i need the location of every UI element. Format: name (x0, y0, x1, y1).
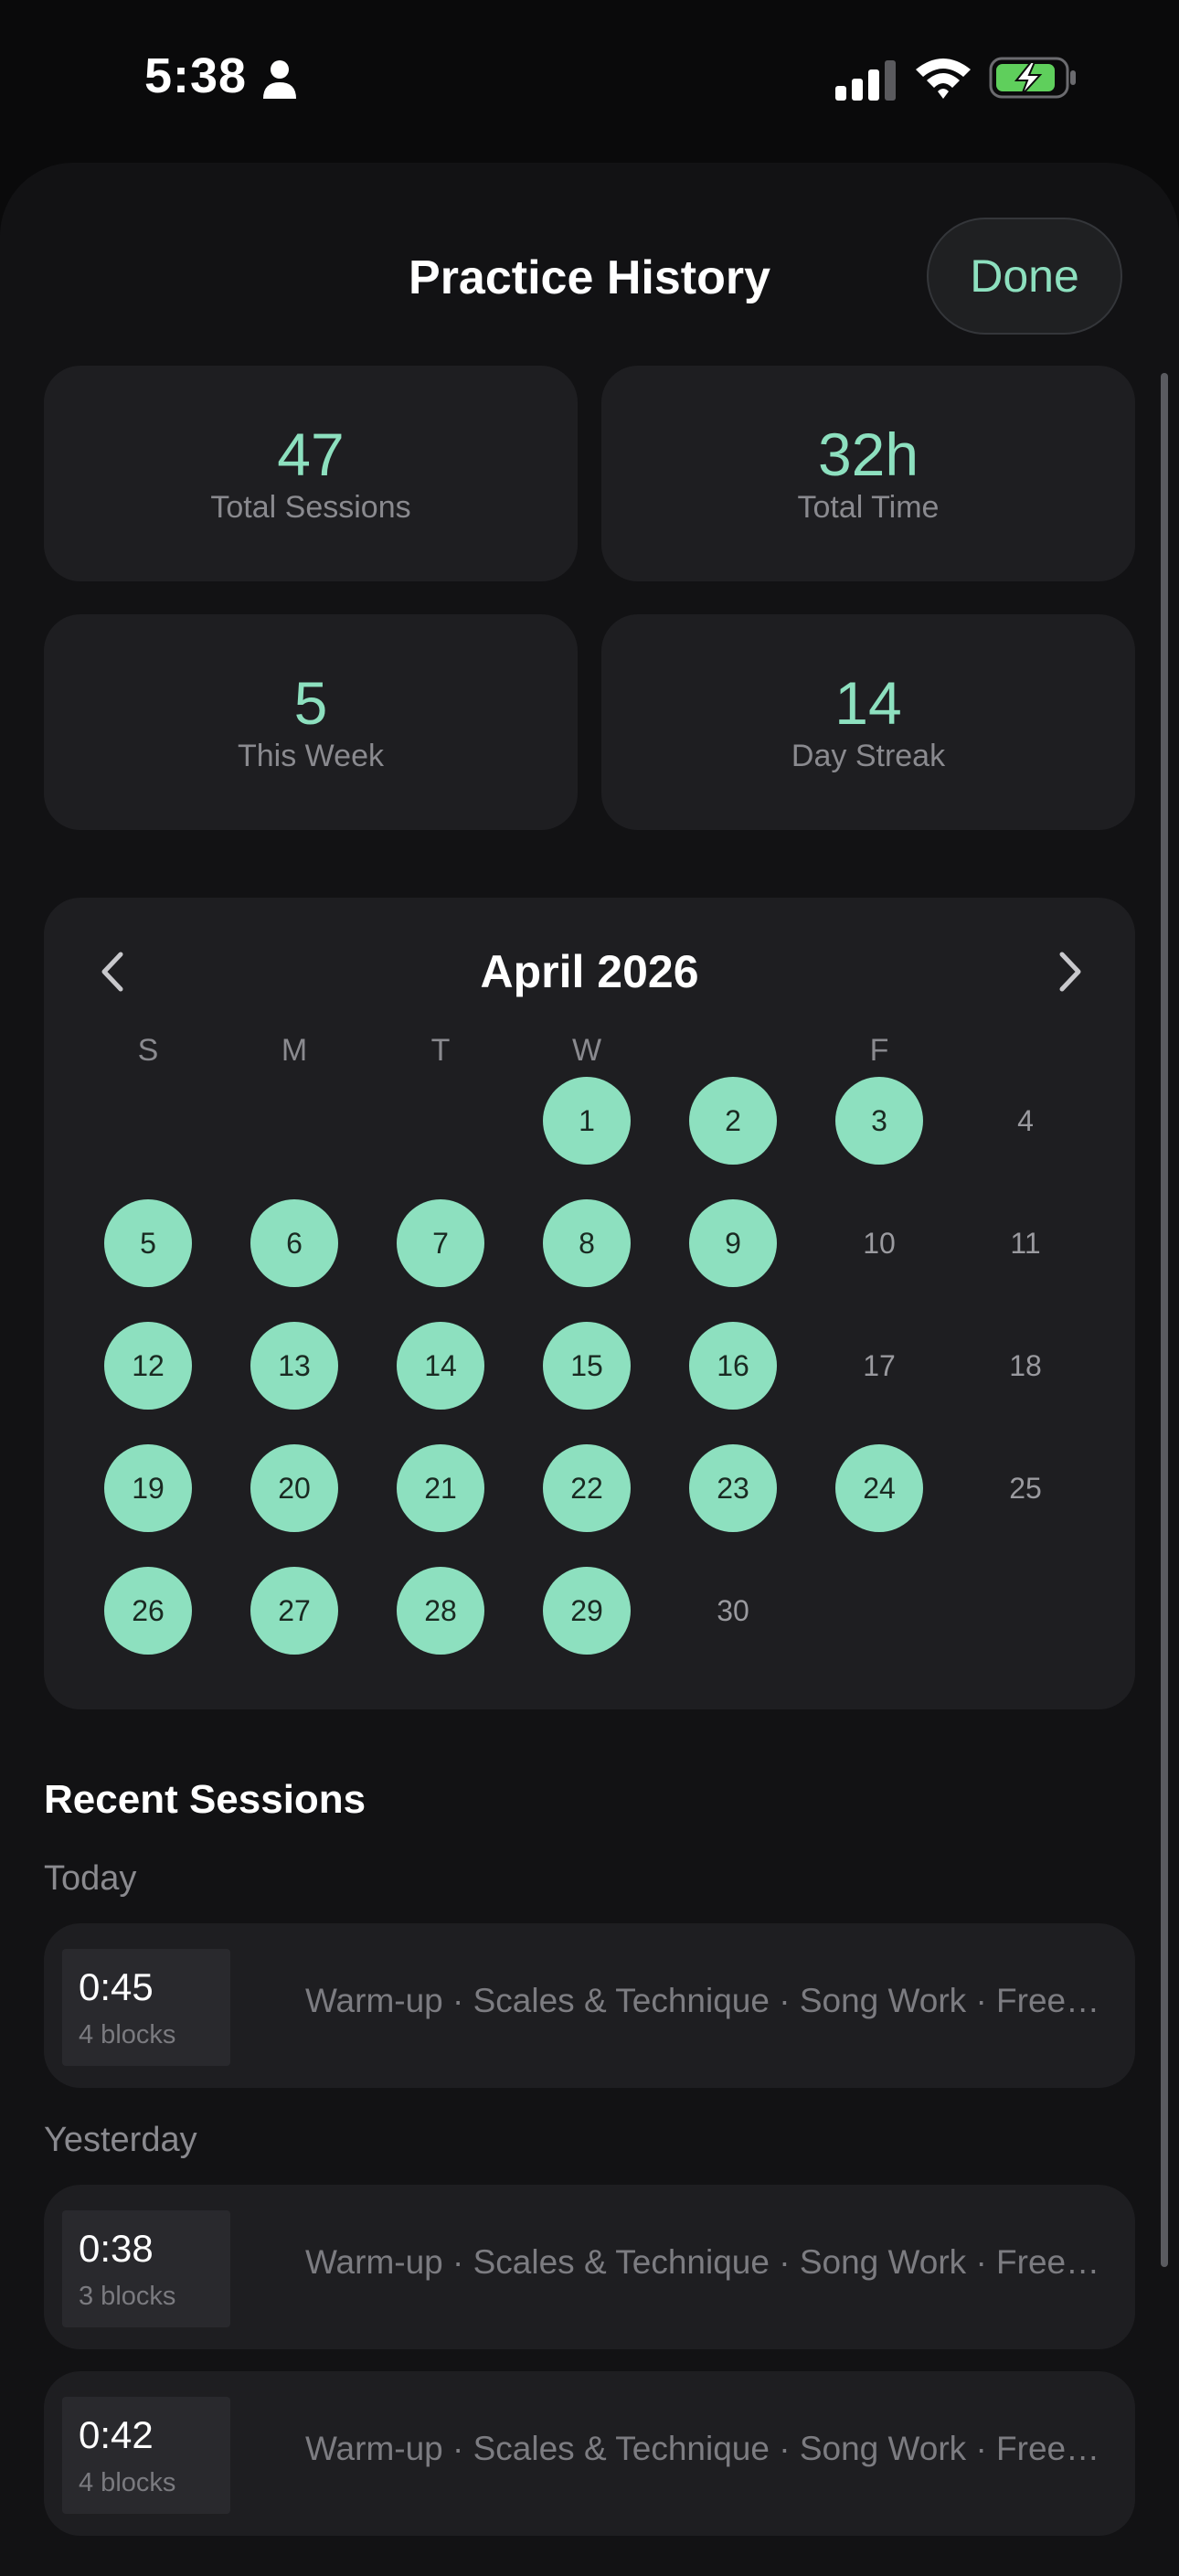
stat-value: 5 (293, 668, 328, 737)
stat-label: Total Sessions (210, 489, 411, 525)
stat-value: 14 (834, 668, 902, 737)
group-label-yesterday: Yesterday (44, 2121, 197, 2159)
group-label-today: Today (44, 1859, 137, 1898)
calendar-day[interactable]: 6 (250, 1199, 338, 1287)
person-icon (263, 60, 296, 99)
calendar-day[interactable]: 18 (982, 1322, 1069, 1410)
weekday-label: S (137, 1033, 159, 1068)
calendar-day[interactable]: 29 (543, 1567, 631, 1655)
wifi-icon (916, 59, 971, 99)
weekday-label: F (869, 1033, 889, 1068)
calendar-day[interactable]: 11 (982, 1199, 1069, 1287)
calendar-month-title: April 2026 (480, 946, 699, 997)
stat-card-total-sessions: 47 Total Sessions (44, 366, 578, 581)
calendar-day[interactable]: 9 (689, 1199, 777, 1287)
calendar-day[interactable]: 27 (250, 1567, 338, 1655)
session-row[interactable]: 0:38 3 blocks Warm-up · Scales & Techniq… (44, 2185, 1135, 2349)
session-duration: 0:45 (79, 1965, 154, 2008)
session-duration-box: 0:42 4 blocks (62, 2397, 230, 2514)
stat-card-total-time: 32h Total Time (601, 366, 1135, 581)
calendar-day[interactable]: 12 (104, 1322, 192, 1410)
session-duration-box: 0:38 3 blocks (62, 2210, 230, 2327)
stat-value: 47 (277, 420, 345, 488)
recent-sessions-title: Recent Sessions (44, 1777, 366, 1822)
calendar-day[interactable]: 17 (835, 1322, 923, 1410)
status-time: 5:38 (144, 48, 248, 103)
calendar-day[interactable]: 5 (104, 1199, 192, 1287)
stat-value: 32h (817, 420, 919, 488)
calendar-day[interactable]: 8 (543, 1199, 631, 1287)
calendar-day[interactable]: 15 (543, 1322, 631, 1410)
calendar: April 2026 SMTWF 1 2 3 4 5 6 7 8 9 10 11 12 13 14 15 16… (44, 898, 1135, 1709)
calendar-day[interactable]: 28 (397, 1567, 484, 1655)
calendar-day[interactable]: 20 (250, 1444, 338, 1532)
session-description: Warm-up · Scales & Technique · Song Work… (305, 2243, 1100, 2281)
calendar-day[interactable]: 26 (104, 1567, 192, 1655)
calendar-day[interactable]: 30 (689, 1567, 777, 1655)
calendar-day[interactable]: 7 (397, 1199, 484, 1287)
calendar-day[interactable]: 4 (982, 1077, 1069, 1165)
battery-charging-icon (989, 57, 1076, 99)
session-duration: 0:42 (79, 2413, 154, 2456)
history-sheet: Practice History Done 47 Total Sessions … (0, 163, 1179, 2576)
session-description: Warm-up · Scales & Technique · Song Work… (305, 2430, 1100, 2467)
session-duration-box: 0:45 4 blocks (62, 1949, 230, 2066)
calendar-day[interactable]: 25 (982, 1444, 1069, 1532)
session-blocks: 4 blocks (79, 2020, 176, 2049)
calendar-day[interactable]: 2 (689, 1077, 777, 1165)
cellular-signal-icon (835, 60, 896, 101)
session-duration: 0:38 (79, 2227, 154, 2270)
stat-card-this-week: 5 This Week (44, 614, 578, 830)
calendar-day[interactable]: 22 (543, 1444, 631, 1532)
weekday-label: T (430, 1033, 451, 1068)
calendar-day[interactable]: 13 (250, 1322, 338, 1410)
calendar-day[interactable]: 14 (397, 1322, 484, 1410)
calendar-day[interactable]: 16 (689, 1322, 777, 1410)
scrollbar[interactable] (1161, 373, 1168, 2267)
calendar-day[interactable]: 19 (104, 1444, 192, 1532)
calendar-day[interactable]: 21 (397, 1444, 484, 1532)
session-blocks: 4 blocks (79, 2468, 176, 2497)
stat-label: Total Time (797, 489, 940, 525)
session-row[interactable]: 0:45 4 blocks Warm-up · Scales & Techniq… (44, 1923, 1135, 2088)
session-description: Warm-up · Scales & Technique · Song Work… (305, 1982, 1100, 2019)
stat-label: This Week (238, 738, 384, 773)
chevron-right-icon[interactable] (1051, 949, 1088, 995)
stat-label: Day Streak (791, 738, 946, 773)
status-bar: 5:38 (0, 0, 1179, 155)
weekday-label: M (281, 1033, 308, 1068)
weekday-label: W (571, 1033, 602, 1068)
calendar-day[interactable]: 3 (835, 1077, 923, 1165)
calendar-day[interactable]: 23 (689, 1444, 777, 1532)
calendar-day[interactable]: 1 (543, 1077, 631, 1165)
stat-card-day-streak: 14 Day Streak (601, 614, 1135, 830)
session-row[interactable]: 0:42 4 blocks Warm-up · Scales & Techniq… (44, 2371, 1135, 2536)
session-blocks: 3 blocks (79, 2282, 176, 2311)
calendar-day[interactable]: 10 (835, 1199, 923, 1287)
calendar-day[interactable]: 24 (835, 1444, 923, 1532)
done-button[interactable]: Done (927, 218, 1122, 335)
